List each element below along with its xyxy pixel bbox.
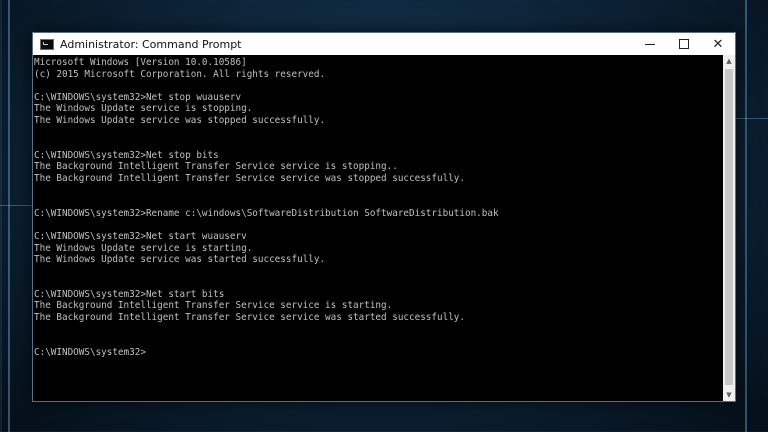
scroll-down-icon[interactable]: ▼ bbox=[723, 389, 735, 401]
console-line: (c) 2015 Microsoft Corporation. All righ… bbox=[34, 68, 326, 80]
desktop-light-streak bbox=[8, 0, 10, 432]
window-title: Administrator: Command Prompt bbox=[60, 37, 242, 51]
maximize-button[interactable] bbox=[667, 33, 701, 55]
minimize-button[interactable] bbox=[633, 33, 667, 55]
console-line: Microsoft Windows [Version 10.0.10586] bbox=[34, 57, 247, 68]
console-line: C:\WINDOWS\system32>Net start bits bbox=[34, 288, 225, 300]
console-line: The Background Intelligent Transfer Serv… bbox=[34, 161, 398, 173]
window-controls: ✕ bbox=[633, 33, 735, 55]
console-line: The Windows Update service is starting. bbox=[34, 242, 253, 254]
minimize-icon bbox=[645, 43, 655, 45]
console-line: The Windows Update service was stopped s… bbox=[34, 114, 326, 126]
desktop-light-streak bbox=[736, 118, 768, 119]
desktop-light-streak bbox=[745, 0, 747, 432]
console-line: C:\WINDOWS\system32>Net stop bits bbox=[34, 149, 219, 161]
console-line: C:\WINDOWS\system32>Rename c:\windows\So… bbox=[34, 207, 499, 219]
console-line: The Windows Update service was started s… bbox=[34, 254, 326, 266]
console-line: The Background Intelligent Transfer Serv… bbox=[34, 172, 465, 184]
close-button[interactable]: ✕ bbox=[701, 33, 735, 55]
console-output[interactable]: Microsoft Windows [Version 10.0.10586] (c… bbox=[33, 55, 723, 401]
scrollbar-thumb[interactable] bbox=[725, 69, 733, 385]
vertical-scrollbar[interactable]: ▲ ▼ bbox=[723, 55, 735, 401]
console-line: C:\WINDOWS\system32>Net start wuauserv bbox=[34, 230, 247, 242]
console-line: The Background Intelligent Transfer Serv… bbox=[34, 300, 393, 312]
scroll-up-icon[interactable]: ▲ bbox=[723, 55, 735, 67]
desktop-light-streak bbox=[0, 205, 32, 206]
close-icon: ✕ bbox=[712, 36, 724, 52]
console-line: The Background Intelligent Transfer Serv… bbox=[34, 312, 465, 324]
title-bar[interactable]: Administrator: Command Prompt ✕ bbox=[33, 33, 735, 55]
maximize-icon bbox=[679, 39, 689, 49]
console-line: The Windows Update service is stopping. bbox=[34, 103, 253, 115]
console-line: C:\WINDOWS\system32>Net stop wuauserv bbox=[34, 91, 242, 103]
console-app-icon[interactable] bbox=[40, 38, 54, 50]
command-prompt-window[interactable]: Administrator: Command Prompt ✕ Microsof… bbox=[32, 32, 736, 402]
console-line: C:\WINDOWS\system32> bbox=[34, 346, 146, 358]
